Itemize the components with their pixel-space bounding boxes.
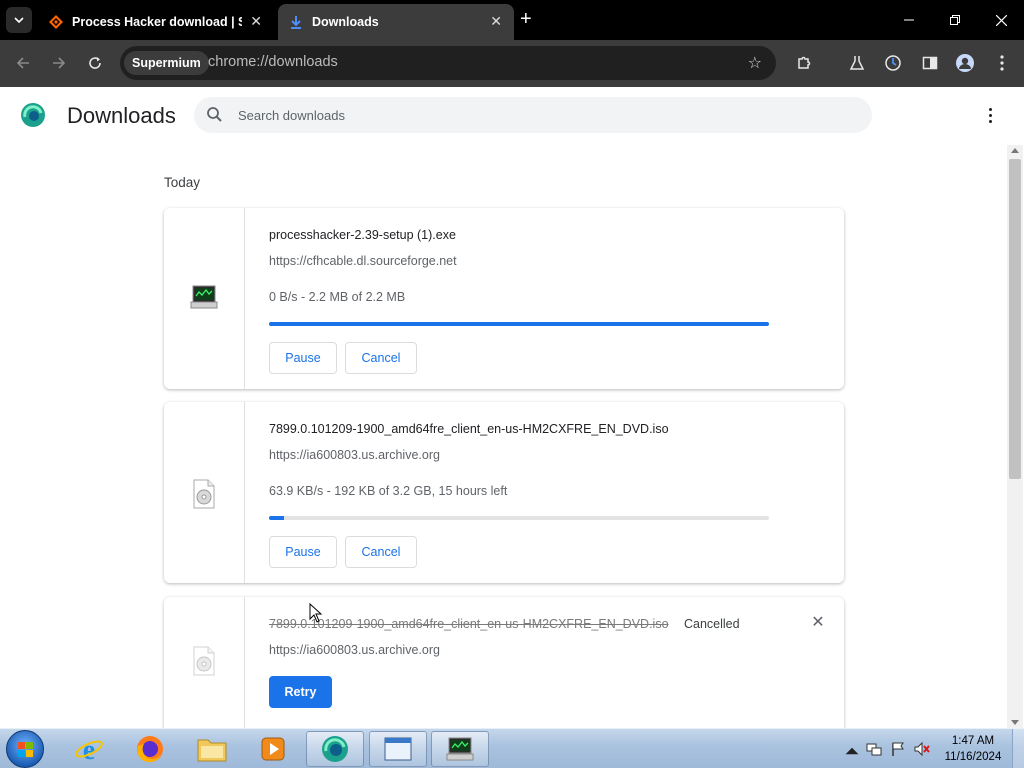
page-title: Downloads	[67, 103, 176, 128]
page-scrollbar[interactable]	[1007, 145, 1023, 728]
browser-toolbar: Supermium chrome://downloads ☆	[0, 40, 1024, 87]
restore-icon	[950, 15, 960, 25]
tab-title: Process Hacker download | SourceForge.ne…	[72, 15, 242, 29]
search-input[interactable]	[238, 97, 838, 133]
profile-chip[interactable]: Supermium	[124, 51, 209, 75]
source-url[interactable]: https://ia600803.us.archive.org	[269, 643, 440, 657]
tab-search-button[interactable]	[6, 7, 32, 33]
restore-button[interactable]	[932, 0, 978, 40]
download-status: 63.9 KB/s - 192 KB of 3.2 GB, 15 hours l…	[269, 484, 508, 498]
supermium-logo-icon	[21, 103, 45, 127]
tab-title: Downloads	[312, 15, 379, 29]
browser-menu-icon[interactable]	[992, 53, 1012, 73]
minimize-button[interactable]	[886, 0, 932, 40]
new-tab-button[interactable]: +	[520, 8, 532, 30]
labs-flask-icon[interactable]	[847, 53, 867, 73]
window-taskbar-button[interactable]	[369, 731, 427, 767]
file-explorer-taskbar-button[interactable]	[183, 731, 241, 767]
close-icon	[995, 14, 1007, 26]
reload-button[interactable]	[84, 52, 106, 74]
internet-explorer-taskbar-button[interactable]: e	[60, 731, 118, 767]
search-bar[interactable]	[194, 97, 872, 133]
download-item: processhacker-2.39-setup (1).exe https:/…	[164, 208, 844, 389]
scroll-down-arrow-icon[interactable]	[1011, 720, 1019, 725]
media-player-taskbar-button[interactable]	[244, 731, 302, 767]
disc-image-file-icon	[193, 479, 215, 509]
chevron-down-icon	[14, 17, 24, 23]
download-status: 0 B/s - 2.2 MB of 2.2 MB	[269, 290, 406, 304]
process-hacker-taskbar-button[interactable]	[431, 731, 489, 767]
progress-bar	[269, 516, 769, 520]
arrow-left-icon	[16, 57, 29, 69]
reload-icon	[89, 57, 101, 69]
minimize-icon	[904, 19, 914, 21]
arrow-right-icon	[53, 57, 66, 69]
supermium-icon	[322, 736, 348, 762]
show-desktop-button[interactable]	[1012, 729, 1024, 768]
progress-fill	[269, 516, 284, 520]
close-window-button[interactable]	[978, 0, 1024, 40]
close-tab-icon[interactable]: ✕	[250, 13, 262, 30]
scroll-thumb[interactable]	[1009, 159, 1021, 479]
application-window-icon	[384, 737, 412, 761]
progress-bar	[269, 322, 769, 326]
clock-time: 1:47 AM	[951, 735, 995, 747]
source-url[interactable]: https://ia600803.us.archive.org	[269, 448, 440, 462]
side-panel-icon[interactable]	[920, 53, 940, 73]
search-icon	[207, 107, 222, 122]
profile-avatar-icon[interactable]	[955, 53, 975, 73]
url-text[interactable]: chrome://downloads	[208, 54, 338, 70]
download-item-cancelled: 7899.0.101209-1900_amd64fre_client_en-us…	[164, 597, 844, 728]
system-clock[interactable]: 1:47 AM 11/16/2024	[942, 733, 1004, 765]
process-hacker-icon	[446, 737, 474, 761]
process-hacker-app-icon	[190, 285, 218, 309]
action-center-flag-icon[interactable]	[890, 741, 906, 757]
cancel-button[interactable]: Cancel	[345, 536, 417, 568]
firefox-taskbar-button[interactable]	[121, 731, 179, 767]
windows-logo-icon	[18, 742, 33, 757]
back-button[interactable]	[12, 52, 34, 74]
source-url[interactable]: https://cfhcable.dl.sourceforge.net	[269, 254, 457, 268]
file-name[interactable]: 7899.0.101209-1900_amd64fre_client_en-us…	[269, 422, 669, 436]
supermium-taskbar-button[interactable]	[306, 731, 364, 767]
taskbar: e 1:47 AM 11/16/2024	[0, 728, 1024, 768]
tab-downloads[interactable]: Downloads ✕	[278, 4, 514, 40]
close-tab-icon[interactable]: ✕	[490, 13, 502, 30]
retry-button[interactable]: Retry	[269, 676, 332, 708]
date-section-label: Today	[164, 175, 201, 190]
download-item: 7899.0.101209-1900_amd64fre_client_en-us…	[164, 402, 844, 583]
downloads-page: Downloads Today processhacker-2.39-setup…	[0, 87, 1024, 728]
cancel-button[interactable]: Cancel	[345, 342, 417, 374]
show-hidden-icons-icon[interactable]	[844, 743, 860, 759]
pause-button[interactable]: Pause	[269, 536, 337, 568]
mouse-cursor-icon	[309, 603, 323, 623]
svg-text:e: e	[83, 735, 95, 764]
remove-item-icon[interactable]: ✕	[810, 614, 826, 631]
scroll-up-arrow-icon[interactable]	[1011, 148, 1019, 153]
progress-fill	[269, 322, 769, 326]
firefox-icon	[137, 736, 163, 763]
address-bar[interactable]: Supermium chrome://downloads ☆	[120, 46, 776, 80]
start-button[interactable]	[6, 730, 44, 768]
internet-explorer-icon: e	[75, 735, 103, 764]
tab-strip: Process Hacker download | SourceForge.ne…	[0, 0, 1024, 40]
forward-button[interactable]	[48, 52, 70, 74]
extensions-icon[interactable]	[794, 53, 814, 73]
sourceforge-icon	[48, 14, 64, 30]
media-player-icon	[261, 737, 285, 761]
bookmark-star-icon[interactable]: ☆	[748, 53, 762, 73]
pause-button[interactable]: Pause	[269, 342, 337, 374]
extension-status-icon[interactable]	[883, 53, 903, 73]
file-name[interactable]: 7899.0.101209-1900_amd64fre_client_en-us…	[269, 617, 669, 631]
folder-icon	[197, 739, 227, 762]
cancelled-label: Cancelled	[684, 617, 740, 631]
volume-muted-icon[interactable]	[914, 741, 930, 757]
disc-image-file-icon	[193, 646, 215, 676]
network-icon[interactable]	[866, 741, 882, 757]
clock-date: 11/16/2024	[944, 751, 1002, 763]
file-name[interactable]: processhacker-2.39-setup (1).exe	[269, 228, 456, 242]
download-icon	[288, 14, 304, 30]
tab-process-hacker[interactable]: Process Hacker download | SourceForge.ne…	[38, 4, 274, 40]
more-actions-icon[interactable]	[980, 105, 1000, 125]
